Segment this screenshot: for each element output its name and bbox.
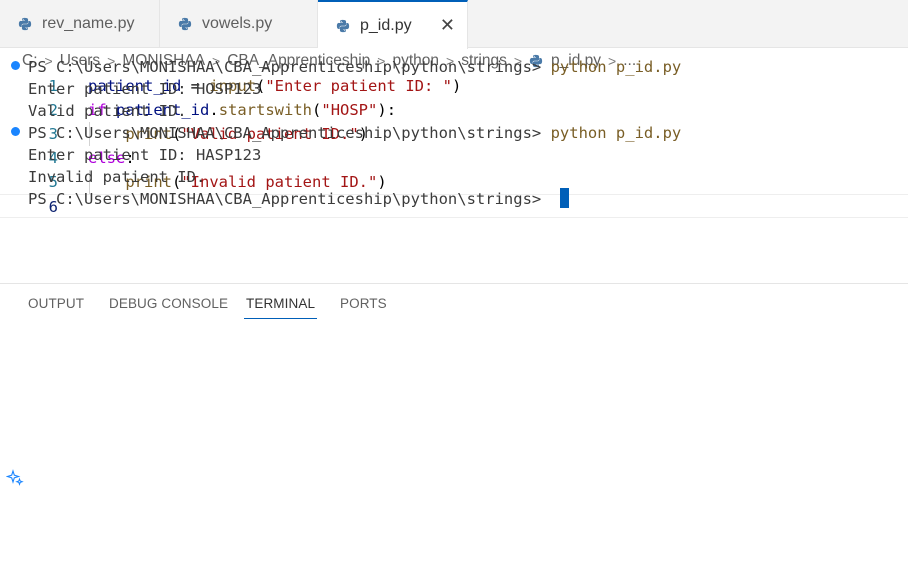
tab-label: p_id.py (360, 16, 412, 34)
terminal-prompt: PS C:\Users\MONISHAA\CBA_Apprenticeship\… (28, 124, 551, 142)
tab-p-id[interactable]: p_id.py ✕ (318, 0, 468, 49)
code-token: startswith (218, 101, 313, 119)
python-file-icon (178, 17, 192, 31)
python-file-icon (336, 19, 350, 32)
tab-debug-console[interactable]: DEBUG CONSOLE (109, 296, 228, 311)
code-token: . (209, 101, 219, 119)
sparkle-icon[interactable] (6, 469, 24, 487)
terminal-line: PS C:\Users\MONISHAA\CBA_Apprenticeship\… (28, 56, 681, 78)
terminal-line: PS C:\Users\MONISHAA\CBA_Apprenticeship\… (28, 188, 569, 210)
terminal-line: PS C:\Users\MONISHAA\CBA_Apprenticeship\… (28, 122, 681, 144)
terminal-output-text: Valid patient ID. (28, 102, 187, 120)
terminal-line: Enter patient ID: HOSP123 (28, 78, 261, 100)
terminal-command: python p_id.py (550, 58, 682, 76)
tab-terminal[interactable]: TERMINAL (243, 296, 318, 319)
terminal-prompt: PS C:\Users\MONISHAA\CBA_Apprenticeship\… (28, 58, 551, 76)
code-token: ): (377, 101, 397, 119)
python-file-icon (18, 17, 32, 31)
tab-vowels[interactable]: vowels.py (160, 0, 318, 48)
terminal-line: Valid patient ID. (28, 100, 187, 122)
tab-label: vowels.py (202, 15, 273, 32)
code-token: "HOSP" (321, 101, 378, 119)
tab-ports[interactable]: PORTS (340, 296, 387, 311)
terminal-output-text: Invalid patient ID. (28, 168, 206, 186)
tab-rev-name[interactable]: rev_name.py (0, 0, 160, 48)
command-success-dot-icon[interactable] (11, 61, 20, 70)
terminal-line: Enter patient ID: HASP123 (28, 144, 261, 166)
close-icon[interactable]: ✕ (440, 15, 455, 36)
terminal-command: python p_id.py (550, 124, 682, 142)
terminal-output-text: Enter patient ID: HASP123 (28, 146, 262, 164)
tab-label: rev_name.py (42, 15, 135, 32)
code-token: ) (451, 77, 462, 95)
terminal-prompt: PS C:\Users\MONISHAA\CBA_Apprenticeship\… (28, 190, 551, 208)
panel-tabs: OUTPUT DEBUG CONSOLE TERMINAL PORTS (0, 284, 908, 324)
code-token: "Enter patient ID: " (265, 77, 452, 95)
command-success-dot-icon[interactable] (11, 127, 20, 136)
tab-output[interactable]: OUTPUT (28, 296, 84, 311)
bottom-panel: OUTPUT DEBUG CONSOLE TERMINAL PORTS (0, 283, 908, 572)
editor-tab-bar: rev_name.py vowels.py p_id.py ✕ (0, 0, 908, 49)
code-token: ( (312, 101, 322, 119)
terminal-line: Invalid patient ID. (28, 166, 205, 188)
terminal-cursor (559, 188, 569, 208)
terminal-output-text: Enter patient ID: HOSP123 (28, 80, 262, 98)
